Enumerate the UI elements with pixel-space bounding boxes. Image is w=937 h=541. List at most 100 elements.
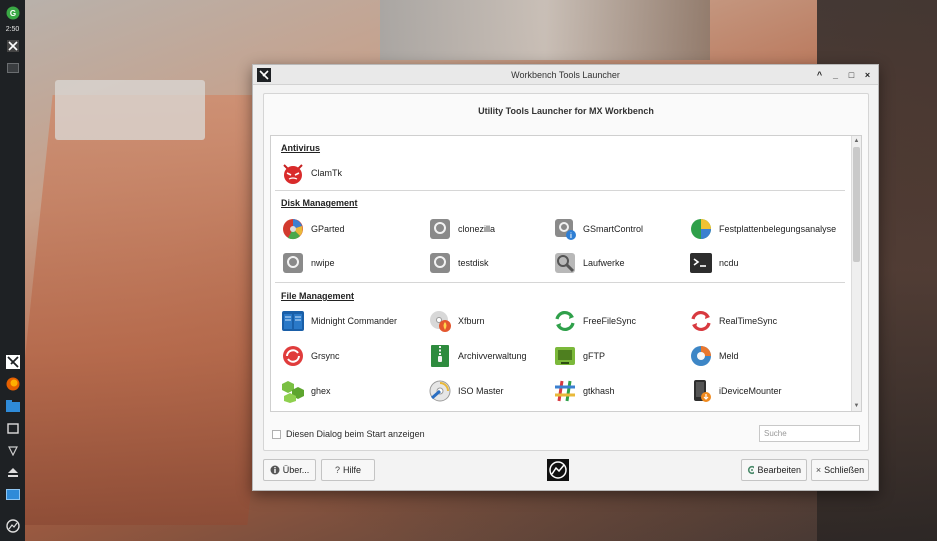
tool-freefilesync[interactable]: FreeFileSync — [553, 308, 636, 334]
tool-testdisk[interactable]: testdisk — [428, 250, 489, 276]
scroll-down-icon[interactable]: ▼ — [852, 401, 861, 411]
tool-realtimesync[interactable]: RealTimeSync — [689, 308, 777, 334]
tool-clamtk[interactable]: ClamTk — [281, 160, 342, 186]
tool-gtkhash[interactable]: gtkhash — [553, 378, 615, 404]
tool-label: ncdu — [719, 258, 739, 268]
startup-checkbox-label: Diesen Dialog beim Start anzeigen — [286, 429, 425, 439]
tool-gparted[interactable]: GParted — [281, 216, 345, 242]
tool-ghex[interactable]: ghex — [281, 378, 331, 404]
clonezilla-icon — [428, 217, 452, 241]
archive-manager-icon — [428, 344, 452, 368]
workspace-switcher[interactable] — [4, 485, 22, 503]
category-antivirus: Antivirus — [281, 143, 321, 153]
close-window-button[interactable]: × — [863, 68, 872, 82]
search-input[interactable] — [759, 425, 860, 442]
tool-label: ClamTk — [311, 168, 342, 178]
tool-nwipe[interactable]: nwipe — [281, 250, 335, 276]
eject-icon[interactable] — [4, 463, 22, 481]
window-title: Workbench Tools Launcher — [511, 69, 620, 80]
tool-label: testdisk — [458, 258, 489, 268]
tool-label: GSmartControl — [583, 224, 644, 234]
tool-label: RealTimeSync — [719, 316, 778, 326]
tool-gftp[interactable]: gFTP — [553, 343, 605, 369]
grammar-app-icon[interactable]: G — [4, 4, 22, 22]
tool-ncdu[interactable]: ncdu — [689, 250, 739, 276]
tool-midnight-commander[interactable]: Midnight Commander — [281, 308, 397, 334]
tool-label: Xfburn — [458, 316, 485, 326]
mx-workbench-logo — [547, 459, 569, 481]
tool-meld[interactable]: Meld — [689, 343, 739, 369]
svg-text:G: G — [9, 9, 15, 18]
tool-festplattenbelegungsanalyse[interactable]: Festplattenbelegungsanalyse — [689, 216, 836, 242]
tool-grsync[interactable]: Grsync — [281, 343, 340, 369]
help-label: Hilfe — [343, 465, 362, 475]
tool-gsmartcontrol[interactable]: i GSmartControl — [553, 216, 643, 242]
window-controls: ^ _ □ × — [815, 68, 872, 82]
tool-xfburn[interactable]: Xfburn — [428, 308, 485, 334]
help-button[interactable]: ? Hilfe — [321, 459, 375, 481]
tool-label: FreeFileSync — [583, 316, 637, 326]
tool-label: ghex — [311, 386, 331, 396]
taskbar-panel: G 2:50 — [0, 0, 25, 541]
tool-laufwerke[interactable]: Laufwerke — [553, 250, 625, 276]
page-title: Utility Tools Launcher for MX Workbench — [478, 106, 654, 116]
divider — [275, 282, 845, 283]
category-disk-management: Disk Management — [281, 198, 358, 208]
x-icon: × — [815, 465, 822, 475]
startup-checkbox[interactable] — [272, 429, 281, 439]
midnight-commander-icon — [281, 309, 305, 333]
tool-clonezilla[interactable]: clonezilla — [428, 216, 495, 242]
tool-label: ISO Master — [458, 386, 504, 396]
tool-label: Midnight Commander — [311, 316, 398, 326]
mx-logo-icon[interactable] — [4, 353, 22, 371]
scroll-up-icon[interactable]: ▲ — [852, 136, 861, 146]
tool-label: GParted — [311, 224, 345, 234]
mx-tools-icon[interactable] — [4, 37, 22, 55]
list-scrollbar[interactable]: ▲ ▼ — [851, 136, 861, 411]
about-button[interactable]: Über... — [263, 459, 316, 481]
clamtk-icon — [281, 161, 305, 185]
maximize-button[interactable]: □ — [847, 68, 856, 82]
disk-usage-analyzer-icon — [689, 217, 713, 241]
question-icon: ? — [334, 465, 340, 475]
tool-label: gFTP — [583, 351, 606, 361]
info-circle-icon — [270, 465, 280, 475]
mx-window-icon — [257, 68, 271, 82]
system-monitor-icon[interactable] — [4, 517, 22, 535]
clock[interactable]: 2:50 — [6, 26, 20, 33]
tool-label: Laufwerke — [583, 258, 625, 268]
clipboard-icon[interactable] — [4, 419, 22, 437]
tools-list[interactable]: Antivirus ClamTk Disk Management GParted — [270, 135, 862, 412]
wallpaper-top — [380, 0, 710, 60]
close-button[interactable]: × Schließen — [811, 459, 869, 481]
scroll-thumb[interactable] — [853, 147, 860, 262]
tool-label: gtkhash — [583, 386, 615, 396]
iso-master-icon — [428, 379, 452, 403]
network-icon[interactable] — [4, 441, 22, 459]
shade-button[interactable]: ^ — [815, 68, 824, 82]
gear-icon — [747, 465, 755, 475]
launcher-window: Workbench Tools Launcher ^ _ □ × Utility… — [252, 64, 879, 491]
ghex-icon — [281, 379, 305, 403]
gparted-icon — [281, 217, 305, 241]
nwipe-icon — [281, 251, 305, 275]
tool-iso-master[interactable]: ISO Master — [428, 378, 504, 404]
titlebar[interactable]: Workbench Tools Launcher ^ _ □ × — [253, 65, 878, 85]
startup-option[interactable]: Diesen Dialog beim Start anzeigen — [272, 429, 425, 439]
category-file-management: File Management — [281, 291, 355, 301]
tool-label: Festplattenbelegungsanalyse — [719, 224, 837, 234]
tool-label: Archivverwaltung — [458, 351, 527, 361]
realtimesync-icon — [689, 309, 713, 333]
window-button-icon[interactable] — [4, 59, 22, 77]
about-label: Über... — [282, 465, 310, 475]
disks-icon — [553, 251, 577, 275]
file-manager-icon[interactable] — [4, 397, 22, 415]
tool-idevicemounter[interactable]: iDeviceMounter — [689, 378, 782, 404]
edit-button[interactable]: Bearbeiten — [741, 459, 807, 481]
gftp-icon — [553, 344, 577, 368]
minimize-button[interactable]: _ — [831, 68, 840, 82]
firefox-icon[interactable] — [4, 375, 22, 393]
tool-label: Grsync — [311, 351, 340, 361]
tool-archivverwaltung[interactable]: Archivverwaltung — [428, 343, 527, 369]
freefilesync-icon — [553, 309, 577, 333]
